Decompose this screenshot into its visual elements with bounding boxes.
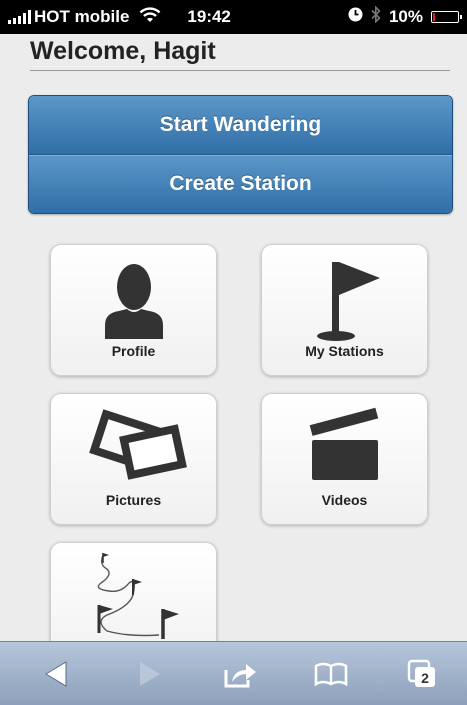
share-icon[interactable] [222, 658, 258, 690]
pictures-tile[interactable]: Pictures [50, 393, 217, 525]
carrier-name: HOT mobile [34, 7, 130, 26]
create-station-button[interactable]: Create Station [29, 154, 452, 213]
action-buttons: Start Wandering Create Station [28, 95, 453, 214]
signal-bars-icon [8, 10, 31, 24]
tile-label-profile: Profile [111, 343, 156, 359]
start-wandering-button[interactable]: Start Wandering [29, 96, 452, 154]
tabs-icon[interactable]: 2 [405, 658, 441, 690]
flag-icon [317, 262, 380, 341]
battery-icon [431, 11, 462, 23]
wifi-icon [139, 6, 161, 28]
person-icon [105, 264, 163, 339]
browser-toolbar: 2 [0, 641, 467, 705]
my-stations-tile[interactable]: My Stations [261, 244, 428, 376]
forward-arrow-icon[interactable] [130, 658, 166, 690]
clock-icon [348, 7, 363, 27]
battery-fill [433, 13, 435, 21]
tile-label-pictures: Pictures [105, 492, 162, 508]
bookmarks-icon[interactable] [313, 658, 349, 690]
profile-tile[interactable]: Profile [50, 244, 217, 376]
page-title: Welcome, Hagit [30, 36, 450, 71]
tabs-count: 2 [421, 670, 429, 686]
status-bar: HOT mobile 19:42 10% [0, 0, 467, 34]
clock-time: 19:42 [187, 7, 231, 26]
route-flags-icon [97, 553, 179, 639]
bluetooth-icon [371, 5, 381, 28]
clapperboard-icon [309, 407, 379, 480]
tile-label-videos: Videos [321, 492, 368, 508]
photos-icon [89, 409, 187, 480]
battery-percent: 10% [388, 7, 423, 26]
tile-label-my-stations: My Stations [305, 343, 384, 359]
videos-tile[interactable]: Videos [261, 393, 428, 525]
back-arrow-icon[interactable] [40, 658, 76, 690]
